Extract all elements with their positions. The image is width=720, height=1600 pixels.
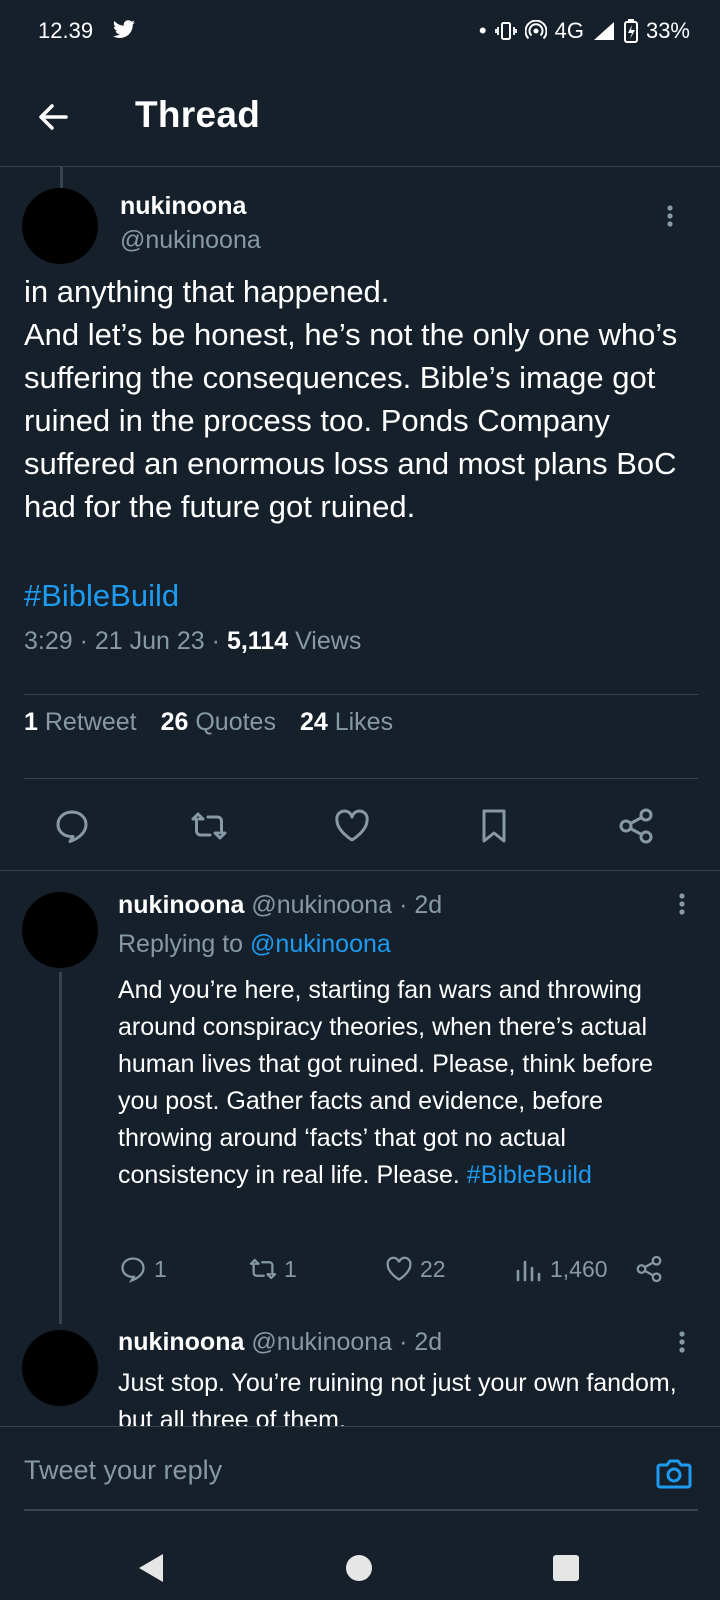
nav-recents-button[interactable] <box>552 1554 580 1582</box>
back-button[interactable] <box>30 94 76 140</box>
divider <box>24 694 698 695</box>
input-underline <box>24 1509 698 1511</box>
camera-button[interactable] <box>654 1453 694 1493</box>
reply-count: 1 <box>154 1255 167 1282</box>
status-bar: 12.39 • 4G 33% <box>0 0 720 66</box>
reply-age: 2d <box>414 891 443 919</box>
camera-icon <box>656 1459 692 1489</box>
author-handle[interactable]: @nukinoona <box>120 226 261 255</box>
author-name[interactable]: nukinoona <box>120 192 246 221</box>
reply-text: Just stop. You’re ruining not just your … <box>118 1369 684 1426</box>
navigation-bar <box>0 1536 720 1600</box>
likes-stat[interactable]: 24 Likes <box>300 708 393 737</box>
quotes-label: Quotes <box>195 708 276 736</box>
reply-author-handle[interactable]: @nukinoona <box>251 891 392 919</box>
retweet-button[interactable]: 1 <box>248 1254 297 1284</box>
bookmark-icon[interactable] <box>474 806 514 846</box>
home-circle-icon <box>346 1555 372 1581</box>
retweet-icon <box>249 1258 277 1280</box>
like-heart-icon <box>386 1256 412 1281</box>
divider <box>0 870 720 871</box>
reply-author-name[interactable]: nukinoona <box>118 1328 244 1356</box>
replying-to-label: Replying to <box>118 930 244 958</box>
hashtag-link[interactable]: #BibleBuild <box>24 578 179 614</box>
tweet-time: 3:29 <box>24 627 73 655</box>
hotspot-icon <box>524 20 547 42</box>
reply-text: And you’re here, starting fan wars and t… <box>118 972 698 1194</box>
tweet-meta: 3:29 · 21 Jun 23 · 5,114 Views <box>24 627 362 655</box>
reply-avatar[interactable] <box>22 1330 98 1406</box>
signal-icon <box>592 21 616 41</box>
dot-icon: • <box>478 18 487 43</box>
views-label[interactable]: Views <box>295 627 361 655</box>
like-button[interactable]: 22 <box>384 1254 446 1284</box>
page-title: Thread <box>135 94 261 135</box>
reply-icon[interactable] <box>52 806 92 846</box>
hashtag-link[interactable]: #BibleBuild <box>467 1161 592 1189</box>
more-options-icon[interactable] <box>672 886 692 922</box>
quotes-stat[interactable]: 26 Quotes <box>161 708 276 737</box>
tweet-actions <box>24 798 698 862</box>
more-options-icon[interactable] <box>660 198 680 234</box>
replying-to-handle[interactable]: @nukinoona <box>250 930 391 958</box>
reply-header: nukinoona @nukinoona · 2d <box>118 1328 443 1356</box>
back-arrow-icon <box>39 104 68 130</box>
reply-author-name[interactable]: nukinoona <box>118 891 244 919</box>
likes-label: Likes <box>334 708 394 736</box>
vibrate-icon <box>494 21 517 41</box>
reply-body: And you’re here, starting fan wars and t… <box>118 976 660 1189</box>
divider <box>24 778 698 779</box>
engagement-stats: 1 Retweet 26 Quotes 24 Likes <box>24 708 393 737</box>
battery-level: 33% <box>645 18 690 43</box>
status-time: 12.39 <box>38 18 94 43</box>
reply-header: nukinoona @nukinoona · 2d <box>118 891 443 919</box>
header: Thread <box>0 66 720 167</box>
twitter-bird-icon <box>112 20 136 40</box>
tweet-date: 21 Jun 23 <box>94 627 205 655</box>
reply-actions: 1 1 22 1,460 <box>118 1254 698 1294</box>
thread-connector <box>59 972 62 1324</box>
like-heart-icon[interactable] <box>332 806 372 846</box>
reply-composer: Tweet your reply <box>0 1426 720 1537</box>
retweets-stat[interactable]: 1 Retweet <box>24 708 137 737</box>
views-chart-icon <box>516 1260 541 1282</box>
thread-connector <box>60 166 63 188</box>
back-triangle-icon <box>139 1554 163 1582</box>
tweet-text: in anything that happened. And let’s be … <box>24 274 678 524</box>
quotes-count: 26 <box>160 708 189 736</box>
views-count: 5,114 <box>226 627 289 655</box>
likes-count: 24 <box>299 708 328 736</box>
share-icon <box>636 1255 662 1283</box>
like-count: 22 <box>420 1255 446 1282</box>
retweet-count: 1 <box>284 1255 297 1282</box>
views-count: 1,460 <box>550 1255 608 1282</box>
reply-icon <box>121 1257 145 1283</box>
retweets-count: 1 <box>24 708 38 736</box>
recents-square-icon <box>553 1555 579 1581</box>
battery-icon <box>623 19 638 43</box>
share-icon[interactable] <box>616 806 656 846</box>
replying-to: Replying to @nukinoona <box>118 930 391 959</box>
nav-back-button[interactable] <box>136 1552 166 1584</box>
views-button[interactable]: 1,460 <box>514 1254 608 1284</box>
network-label: 4G <box>554 18 584 43</box>
reply-avatar[interactable] <box>22 892 98 968</box>
reply-age: 2d <box>414 1328 443 1356</box>
nav-home-button[interactable] <box>345 1554 373 1582</box>
status-indicators: • 4G 33% <box>479 18 690 44</box>
retweets-label: Retweet <box>44 708 137 736</box>
share-button[interactable] <box>634 1254 664 1284</box>
reply-author-handle[interactable]: @nukinoona <box>251 1328 392 1356</box>
reply-input[interactable]: Tweet your reply <box>24 1455 222 1486</box>
retweet-icon[interactable] <box>189 806 229 846</box>
avatar[interactable] <box>22 188 98 264</box>
reply-button[interactable]: 1 <box>118 1254 167 1284</box>
more-options-icon[interactable] <box>672 1324 692 1360</box>
